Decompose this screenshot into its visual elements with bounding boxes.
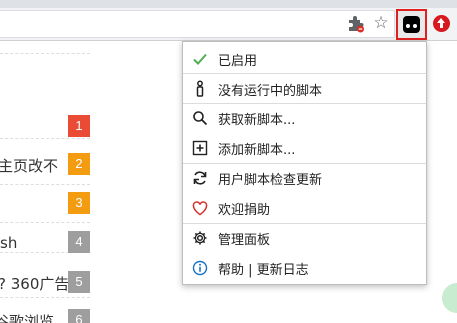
divider xyxy=(0,297,90,298)
upload-extension-icon[interactable] xyxy=(433,15,450,32)
menu-item-label: 获取新脚本... xyxy=(218,112,296,128)
tab-strip xyxy=(0,0,457,8)
menu-item-label: 管理面板 xyxy=(218,232,271,248)
address-bar[interactable] xyxy=(0,10,395,38)
divider xyxy=(0,138,90,139)
check-icon xyxy=(191,50,209,68)
add-box-icon xyxy=(191,139,209,157)
menu-item-label: 没有运行中的脚本 xyxy=(218,83,323,99)
puzzle-extension-icon[interactable] xyxy=(346,14,366,34)
tampermonkey-logo-icon xyxy=(403,16,420,33)
menu-item-get-new-scripts[interactable]: 获取新脚本... xyxy=(183,104,426,132)
script-info-icon xyxy=(191,80,209,98)
menu-item-label: 添加新脚本... xyxy=(218,142,296,158)
menu-item-enabled[interactable]: 已启用 xyxy=(183,45,426,73)
tampermonkey-icon[interactable] xyxy=(396,9,427,40)
rank-badge: 5 xyxy=(68,271,90,293)
menu-item-label: 已启用 xyxy=(218,53,258,69)
tampermonkey-menu: 已启用 没有运行中的脚本 获取新脚本... 添加新脚本... 用户脚本检查更新 … xyxy=(182,41,427,285)
list-item-title[interactable]: 谷歌浏览 xyxy=(0,311,54,323)
menu-item-label: 用户脚本检查更新 xyxy=(218,172,323,188)
heart-icon xyxy=(191,199,209,217)
menu-item-no-running-scripts[interactable]: 没有运行中的脚本 xyxy=(183,75,426,103)
menu-item-dashboard[interactable]: 管理面板 xyxy=(183,224,426,252)
rank-badge: 2 xyxy=(68,153,90,175)
divider xyxy=(0,184,90,185)
menu-item-label: 帮助 | 更新日志 xyxy=(218,262,309,278)
refresh-icon xyxy=(191,169,209,187)
divider xyxy=(0,53,90,54)
rank-badge: 4 xyxy=(68,231,90,253)
list-item-title[interactable]: ? 360广告 xyxy=(0,273,69,294)
menu-item-help-changelog[interactable]: 帮助 | 更新日志 xyxy=(183,254,426,282)
rank-badge: 1 xyxy=(68,115,90,137)
menu-item-add-new-script[interactable]: 添加新脚本... xyxy=(183,134,426,162)
rank-badge: 6 xyxy=(68,309,90,323)
bookmark-star-icon[interactable]: ☆ xyxy=(370,12,392,34)
rank-badge: 3 xyxy=(68,192,90,214)
info-icon xyxy=(191,259,209,277)
menu-item-check-updates[interactable]: 用户脚本检查更新 xyxy=(183,164,426,192)
menu-item-donate[interactable]: 欢迎捐助 xyxy=(183,194,426,222)
divider xyxy=(0,222,90,223)
list-item-title[interactable]: 主页改不 xyxy=(0,155,58,176)
gear-icon xyxy=(191,229,209,247)
menu-item-label: 欢迎捐助 xyxy=(218,202,271,218)
search-icon xyxy=(191,109,209,127)
menu-separator xyxy=(183,73,426,74)
list-item-title[interactable]: sh xyxy=(0,234,17,252)
